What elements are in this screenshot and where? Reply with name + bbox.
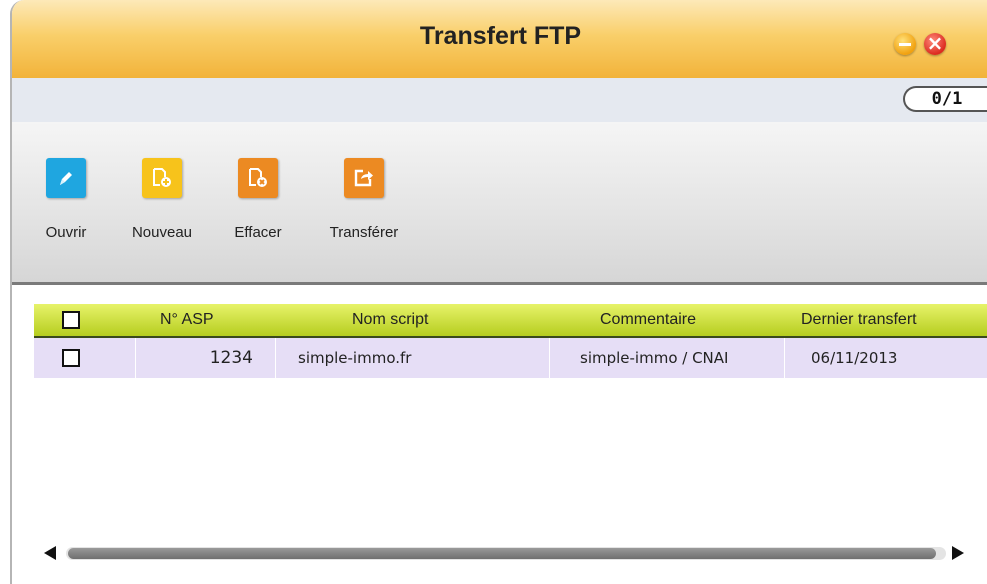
scroll-thumb[interactable] (68, 548, 936, 559)
record-counter: 0/1 (903, 86, 987, 112)
open-button[interactable]: Ouvrir (20, 158, 112, 241)
window-title: Transfert FTP (419, 22, 582, 50)
last-transfer-cell: 06/11/2013 (785, 338, 987, 378)
open-label: Ouvrir (45, 224, 87, 241)
title-bar[interactable]: Transfert FTP (12, 0, 987, 78)
transfer-button[interactable]: Transférer (318, 158, 410, 241)
column-header-script[interactable]: Nom script (276, 304, 550, 336)
table-header: N° ASP Nom script Commentaire Dernier tr… (34, 304, 987, 338)
column-header-last-transfer[interactable]: Dernier transfert (785, 304, 987, 336)
scroll-right-icon[interactable] (952, 546, 964, 560)
column-header-asp[interactable]: N° ASP (136, 304, 276, 336)
script-cell: simple-immo.fr (276, 338, 550, 378)
export-icon (344, 158, 384, 198)
ftp-transfer-window: Transfert FTP 0/1 Ouvrir (10, 0, 987, 584)
info-strip: 0/1 (12, 78, 987, 122)
pencil-icon (46, 158, 86, 198)
toolbar: Ouvrir Nouveau Effacer Transférer (12, 122, 987, 285)
select-all-checkbox[interactable] (62, 311, 80, 329)
delete-label: Effacer (234, 224, 282, 241)
scroll-track[interactable] (66, 547, 946, 560)
table-row[interactable]: 1234 simple-immo.fr simple-immo / CNAI 0… (34, 338, 987, 378)
new-label: Nouveau (131, 224, 193, 241)
delete-document-icon (238, 158, 278, 198)
column-header-comment[interactable]: Commentaire (550, 304, 785, 336)
transfer-label: Transférer (329, 224, 399, 241)
scripts-table: N° ASP Nom script Commentaire Dernier tr… (34, 304, 987, 378)
minimize-button[interactable] (894, 33, 916, 55)
row-checkbox-cell (34, 338, 136, 378)
delete-button[interactable]: Effacer (212, 158, 304, 241)
new-button[interactable]: Nouveau (116, 158, 208, 241)
scroll-left-icon[interactable] (44, 546, 56, 560)
horizontal-scrollbar[interactable] (34, 540, 987, 566)
close-button[interactable] (924, 31, 946, 55)
comment-cell: simple-immo / CNAI (550, 338, 785, 378)
asp-cell: 1234 (136, 338, 276, 378)
new-document-icon (142, 158, 182, 198)
row-checkbox[interactable] (62, 349, 80, 367)
select-all-cell (34, 304, 136, 336)
